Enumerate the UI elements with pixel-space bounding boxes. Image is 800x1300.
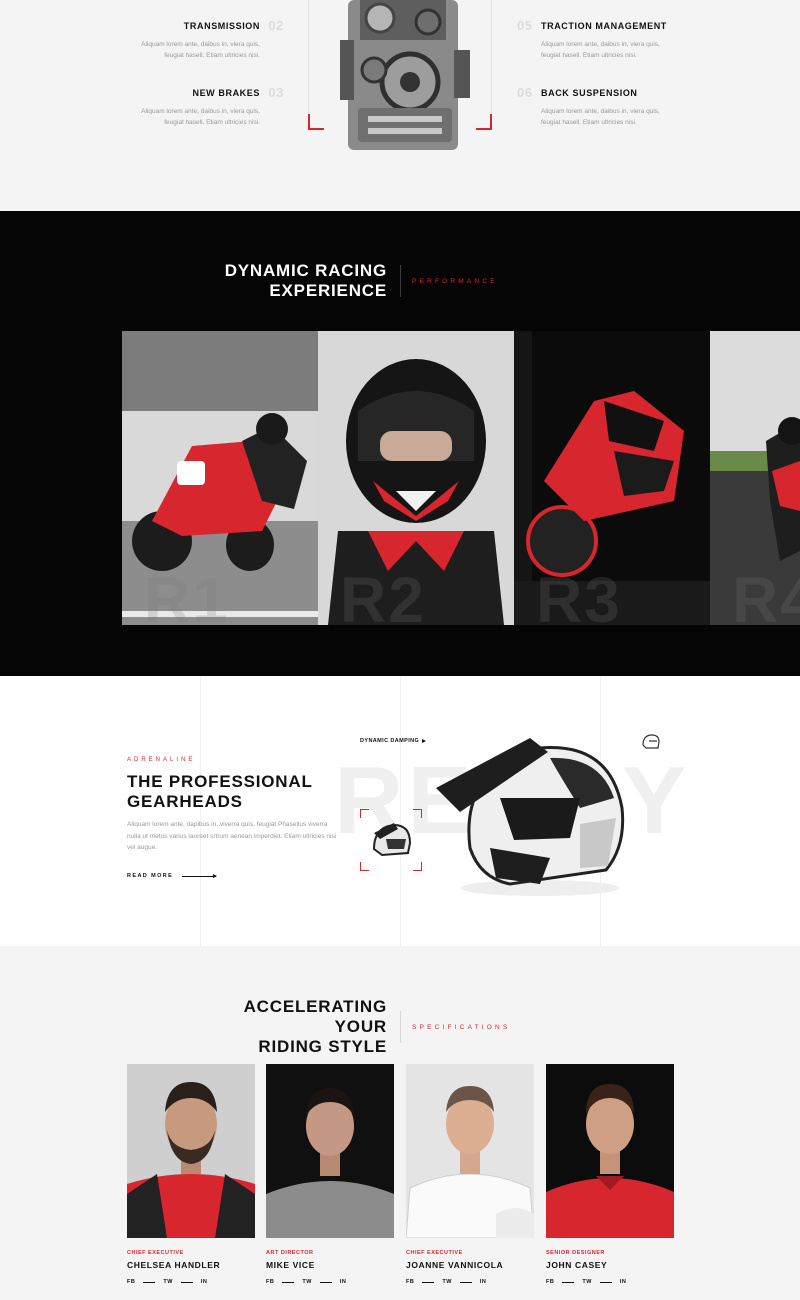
read-more-link[interactable]: READ MORE: [127, 873, 218, 879]
dynamic-damping-label[interactable]: DYNAMIC DAMPING: [360, 738, 427, 744]
team-member-card: CHIEF EXECUTIVE JOANNE VANNICOLA FB TW I…: [406, 1064, 534, 1285]
feature-number: 02: [268, 18, 284, 33]
divider: [319, 1281, 332, 1283]
arrow-right-icon: [182, 873, 218, 878]
frame-corner: [360, 809, 369, 818]
instagram-link[interactable]: IN: [340, 1279, 347, 1285]
helmet-icon: [642, 734, 660, 749]
feature-description: Aliquam lorem ante, daibus in, viera qui…: [141, 41, 260, 59]
member-portrait[interactable]: [127, 1064, 255, 1238]
member-portrait[interactable]: [266, 1064, 394, 1238]
gearheads-description: Aliquam lorem ante, dapibus in, viverra …: [127, 821, 337, 851]
twitter-link[interactable]: TW: [302, 1279, 312, 1285]
member-role: CHIEF EXECUTIVE: [127, 1250, 184, 1256]
facebook-link[interactable]: FB: [406, 1279, 414, 1285]
feature-transmission: TRANSMISSION 02 Aliquam lorem ante, daibu…: [110, 18, 284, 61]
gallery-tile-rider-straight[interactable]: R4: [710, 331, 800, 625]
member-portrait[interactable]: [406, 1064, 534, 1238]
divider: [282, 1281, 295, 1283]
features-section: TRANSMISSION 02 Aliquam lorem ante, daibu…: [0, 0, 800, 211]
team-member-card: CHIEF EXECUTIVE CHELSEA HANDLER FB TW IN: [127, 1064, 255, 1285]
engine-image: [340, 0, 470, 150]
section-title: DYNAMIC RACING EXPERIENCE: [224, 261, 387, 300]
racing-gallery[interactable]: R1 R2 R3 R: [122, 331, 800, 625]
header-divider: [400, 1011, 401, 1043]
feature-new-brakes: NEW BRAKES 03 Aliquam lorem ante, daibus …: [110, 85, 284, 128]
twitter-link[interactable]: TW: [582, 1279, 592, 1285]
portrait-image: [266, 1064, 394, 1238]
section-header: DYNAMIC RACING EXPERIENCE PERFORMANCE: [187, 261, 498, 301]
portrait-image: [546, 1064, 674, 1238]
team-section: ACCELERATING YOUR RIDING STYLE SPECIFICAT…: [0, 946, 800, 1300]
member-socials: FB TW IN: [266, 1279, 394, 1285]
portrait-image: [406, 1064, 534, 1238]
header-divider: [400, 265, 401, 297]
gearheads-section: READY ADRENALINE THE PROFESSIONALGEARHEA…: [0, 676, 800, 946]
divider: [562, 1281, 575, 1283]
tile-label: R4: [732, 564, 800, 625]
feature-back-suspension: 06 BACK SUSPENSION Aliquam lorem ante, da…: [517, 85, 691, 128]
frame-corner: [360, 862, 369, 871]
play-arrow-icon: [422, 738, 427, 743]
divider: [143, 1281, 156, 1283]
helmet-thumbnail[interactable]: [360, 809, 422, 871]
gallery-tile-rider-track[interactable]: R1: [122, 331, 318, 625]
tile-label: R3: [536, 564, 622, 625]
feature-title: 05 TRACTION MANAGEMENT: [517, 18, 667, 33]
member-portrait[interactable]: [546, 1064, 674, 1238]
feature-number: 03: [268, 85, 284, 100]
instagram-link[interactable]: IN: [480, 1279, 487, 1285]
facebook-link[interactable]: FB: [266, 1279, 274, 1285]
read-more-label: READ MORE: [127, 873, 174, 879]
feature-traction-management: 05 TRACTION MANAGEMENT Aliquam lorem ante…: [517, 18, 691, 61]
twitter-link[interactable]: TW: [442, 1279, 452, 1285]
member-socials: FB TW IN: [546, 1279, 674, 1285]
tile-label: R2: [340, 564, 426, 625]
divider: [459, 1281, 472, 1283]
eyebrow: ADRENALINE: [127, 757, 196, 763]
feature-number: 05: [517, 18, 533, 33]
divider: [599, 1281, 612, 1283]
feature-title: TRANSMISSION 02: [183, 18, 284, 33]
facebook-link[interactable]: FB: [546, 1279, 554, 1285]
gallery-tile-helmet-portrait[interactable]: R2: [318, 331, 514, 625]
member-role: SENIOR DESIGNER: [546, 1250, 605, 1256]
twitter-link[interactable]: TW: [163, 1279, 173, 1285]
member-socials: FB TW IN: [406, 1279, 534, 1285]
feature-number: 06: [517, 85, 533, 100]
team-member-card: SENIOR DESIGNER JOHN CASEY FB TW IN: [546, 1064, 674, 1285]
feature-title: NEW BRAKES 03: [192, 85, 284, 100]
instagram-link[interactable]: IN: [201, 1279, 208, 1285]
section-tag: PERFORMANCE: [412, 277, 498, 285]
racing-section: DYNAMIC RACINGEXPERIENCE PERFORMANCE R1: [0, 211, 800, 676]
feature-description: Aliquam lorem ante, daibus in, viera qui…: [541, 108, 660, 126]
gearheads-title: THE PROFESSIONAL GEARHEADS: [127, 772, 313, 811]
member-role: ART DIRECTOR: [266, 1250, 314, 1256]
section-tag: SPECIFICATIONS: [412, 1023, 511, 1031]
tile-label: R1: [144, 564, 230, 625]
portrait-image: [127, 1064, 255, 1238]
member-socials: FB TW IN: [127, 1279, 255, 1285]
frame-corner: [413, 809, 422, 818]
instagram-link[interactable]: IN: [620, 1279, 627, 1285]
member-name: JOANNE VANNICOLA: [406, 1260, 504, 1270]
feature-description: Aliquam lorem ante, daibus in, viera qui…: [141, 108, 260, 126]
member-role: CHIEF EXECUTIVE: [406, 1250, 463, 1256]
feature-description: Aliquam lorem ante, daibus in, viera qui…: [541, 41, 660, 59]
feature-title: 06 BACK SUSPENSION: [517, 85, 638, 100]
divider: [422, 1281, 435, 1283]
facebook-link[interactable]: FB: [127, 1279, 135, 1285]
member-name: CHELSEA HANDLER: [127, 1260, 221, 1270]
frame-corner: [413, 862, 422, 871]
divider: [180, 1281, 193, 1283]
team-member-card: ART DIRECTOR MIKE VICE FB TW IN: [266, 1064, 394, 1285]
section-title: ACCELERATING YOUR RIDING STYLE: [243, 997, 387, 1056]
adventure-helmet-image: [436, 738, 625, 896]
gallery-tile-sport-bike[interactable]: R3: [514, 331, 710, 625]
member-name: MIKE VICE: [266, 1260, 315, 1270]
member-name: JOHN CASEY: [546, 1260, 608, 1270]
section-header: ACCELERATING YOUR RIDING STYLE SPECIFICAT…: [187, 997, 511, 1057]
